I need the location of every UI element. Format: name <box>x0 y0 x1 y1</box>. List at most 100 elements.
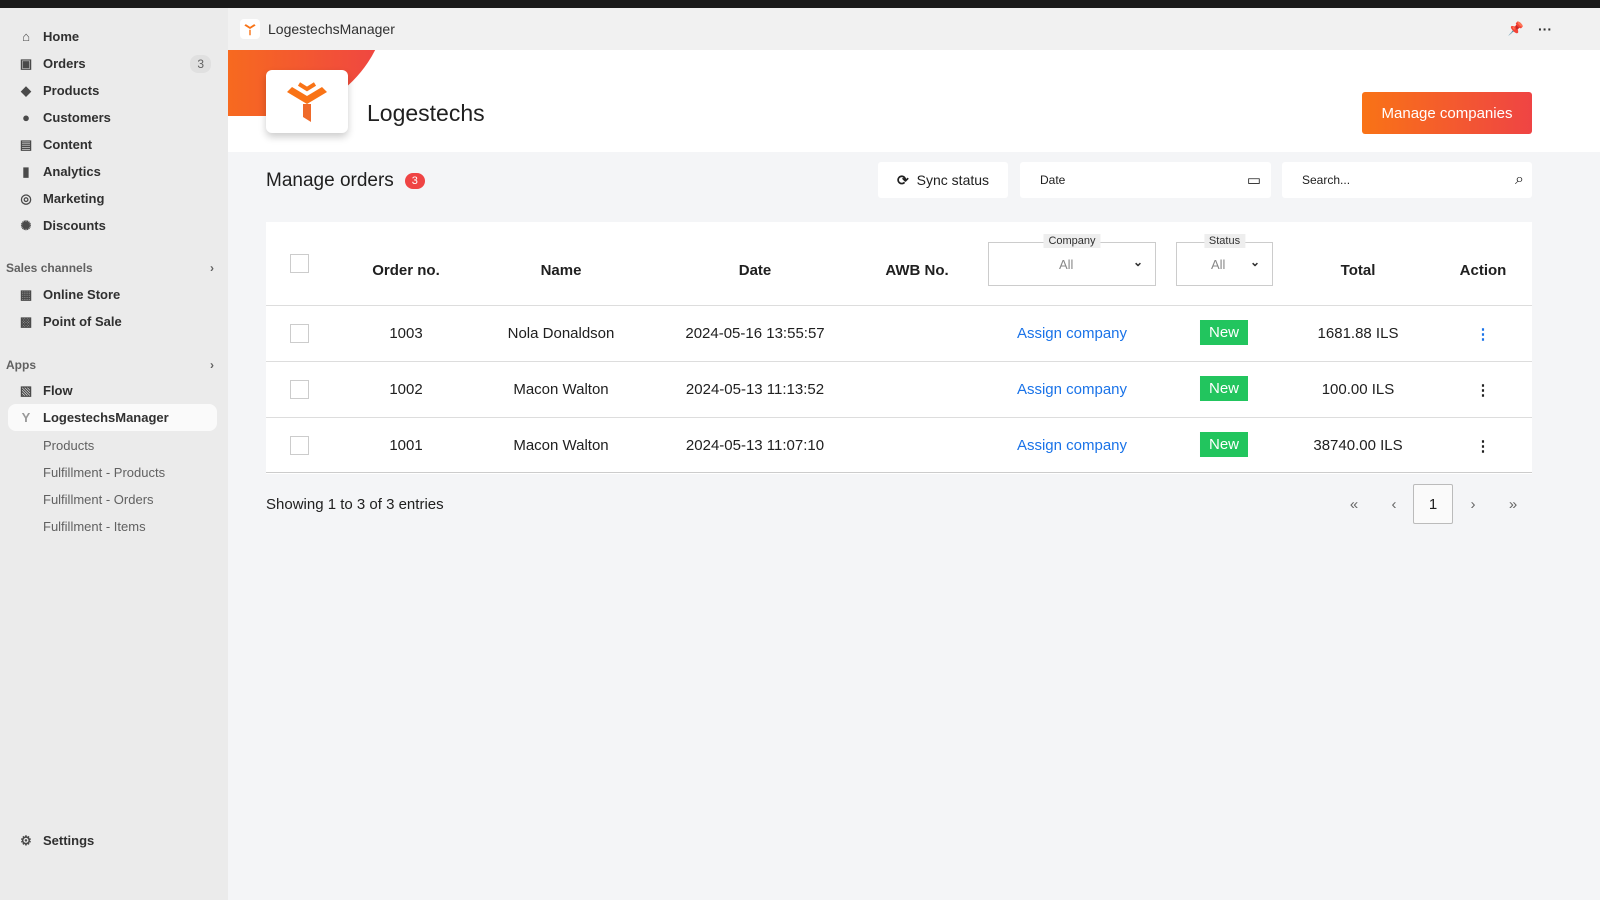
table-row: 1001 Macon Walton 2024-05-13 11:07:10 As… <box>266 417 1532 473</box>
sales-channels-header[interactable]: Sales channels › <box>6 261 214 275</box>
chevron-down-icon: ⌄ <box>1249 255 1260 269</box>
company-filter-select[interactable]: Company All ⌄ <box>988 234 1156 286</box>
row-checkbox[interactable] <box>290 324 309 343</box>
page-1-button[interactable]: 1 <box>1413 484 1453 524</box>
col-name[interactable]: Name <box>541 262 582 279</box>
app-header: LogestechsManager 📌 ··· <box>228 8 1600 50</box>
orders-count-badge: 3 <box>404 173 425 189</box>
order-no: 1003 <box>389 325 423 342</box>
sidebar-item-marketing[interactable]: ◎ Marketing <box>8 185 217 212</box>
status-badge: New <box>1199 320 1249 345</box>
label: Company <box>1043 234 1101 248</box>
sidebar-item-products[interactable]: ◆ Products <box>8 77 217 104</box>
sidebar-item-point-of-sale[interactable]: ▩ Point of Sale <box>8 308 217 335</box>
more-actions-icon[interactable]: ⋮ <box>1476 325 1491 343</box>
orders-count-badge: 3 <box>190 54 211 73</box>
chevron-right-icon: › <box>210 358 214 372</box>
table-row: 1002 Macon Walton 2024-05-13 11:13:52 As… <box>266 361 1532 417</box>
col-date[interactable]: Date <box>739 262 772 279</box>
date-input[interactable]: Date ▭ <box>1020 162 1271 198</box>
section-title: Sales channels <box>6 261 93 275</box>
gear-icon: ⚙ <box>20 832 32 848</box>
app-hero: Logestechs Manage companies <box>228 50 1600 152</box>
label: Discounts <box>43 218 106 233</box>
pin-icon[interactable]: 📌 <box>1508 21 1524 37</box>
chevron-right-icon: › <box>210 261 214 275</box>
entries-summary: Showing 1 to 3 of 3 entries <box>266 496 444 513</box>
search-input[interactable]: Search... ⌕ <box>1282 162 1532 198</box>
home-icon: ⌂ <box>22 29 30 44</box>
status-filter-select[interactable]: Status All ⌄ <box>1176 234 1273 286</box>
more-icon[interactable]: ··· <box>1538 21 1552 37</box>
sidebar-item-settings[interactable]: ⚙ Settings <box>8 827 217 854</box>
order-total: 1681.88 ILS <box>1317 325 1399 342</box>
section-title: Apps <box>6 358 36 372</box>
label: Point of Sale <box>43 314 122 329</box>
col-order-no[interactable]: Order no. <box>372 262 440 279</box>
table-row: 1003 Nola Donaldson 2024-05-16 13:55:57 … <box>266 305 1532 361</box>
value: All <box>1059 257 1074 272</box>
flow-icon: ▧ <box>19 382 33 398</box>
sidebar: ⌂ Home ▣ Orders 3 ◆ Products ● Customers ▤ Con… <box>0 8 228 900</box>
col-action: Action <box>1459 262 1507 279</box>
sidebar-subitem-products[interactable]: Products <box>43 438 94 453</box>
store-icon: ▦ <box>19 286 33 302</box>
sidebar-item-orders[interactable]: ▣ Orders 3 <box>8 50 217 77</box>
label: LogestechsManager <box>43 410 169 425</box>
label: Home <box>43 29 80 44</box>
label: Marketing <box>43 191 105 206</box>
target-icon: ◎ <box>20 190 32 206</box>
next-page-button[interactable]: › <box>1453 484 1493 524</box>
sidebar-item-analytics[interactable]: ▮ Analytics <box>8 158 217 185</box>
person-icon: ● <box>22 110 30 125</box>
assign-company-link[interactable]: Assign company <box>1017 381 1127 398</box>
brand-name: Logestechs <box>367 100 485 126</box>
label: Analytics <box>43 164 101 179</box>
calendar-icon: ▭ <box>1246 172 1261 189</box>
sidebar-item-flow[interactable]: ▧ Flow <box>8 377 217 404</box>
label: Content <box>43 137 93 152</box>
order-no: 1002 <box>389 381 423 398</box>
page-title: Manage orders 3 <box>266 170 425 192</box>
sidebar-item-customers[interactable]: ● Customers <box>8 104 217 131</box>
apps-header[interactable]: Apps › <box>6 358 214 372</box>
label: Orders <box>43 56 86 71</box>
placeholder: Search... <box>1302 173 1351 187</box>
label: Status <box>1203 234 1246 248</box>
sidebar-subitem-fulfillment-orders[interactable]: Fulfillment - Orders <box>43 492 154 507</box>
more-actions-icon[interactable]: ⋮ <box>1476 381 1491 399</box>
app-title: LogestechsManager <box>268 21 395 37</box>
label: Sync status <box>916 172 990 188</box>
sidebar-item-logestechsmanager[interactable]: Y LogestechsManager <box>8 404 217 431</box>
placeholder: Date <box>1040 173 1066 187</box>
content-icon: ▤ <box>19 136 33 152</box>
sidebar-item-content[interactable]: ▤ Content <box>8 131 217 158</box>
sidebar-subitem-fulfillment-items[interactable]: Fulfillment - Items <box>43 519 146 534</box>
col-total[interactable]: Total <box>1341 262 1376 279</box>
last-page-button[interactable]: » <box>1493 484 1533 524</box>
sync-status-button[interactable]: ⟳ Sync status <box>878 162 1008 198</box>
status-badge: New <box>1199 376 1249 401</box>
row-checkbox[interactable] <box>290 380 309 399</box>
more-actions-icon[interactable]: ⋮ <box>1476 437 1491 455</box>
select-all-checkbox[interactable] <box>290 254 309 273</box>
value: All <box>1211 257 1226 272</box>
assign-company-link[interactable]: Assign company <box>1017 325 1127 342</box>
assign-company-link[interactable]: Assign company <box>1017 437 1127 454</box>
label: Online Store <box>43 287 121 302</box>
prev-page-button[interactable]: ‹ <box>1374 484 1414 524</box>
manage-companies-button[interactable]: Manage companies <box>1362 92 1532 134</box>
sidebar-item-online-store[interactable]: ▦ Online Store <box>8 281 217 308</box>
first-page-button[interactable]: « <box>1334 484 1374 524</box>
order-total: 38740.00 ILS <box>1313 437 1403 454</box>
sidebar-item-home[interactable]: ⌂ Home <box>8 23 217 50</box>
search-icon[interactable]: ⌕ <box>1515 171 1524 189</box>
customer-name: Macon Walton <box>513 437 609 454</box>
sidebar-item-discounts[interactable]: ✺ Discounts <box>8 212 217 239</box>
sidebar-subitem-fulfillment-products[interactable]: Fulfillment - Products <box>43 465 165 480</box>
orders-table: Order no. Name Date AWB No. Company All ⌄ … <box>266 222 1532 474</box>
order-date: 2024-05-16 13:55:57 <box>685 325 825 342</box>
customer-name: Macon Walton <box>513 381 609 398</box>
tag-icon: ◆ <box>21 82 31 98</box>
row-checkbox[interactable] <box>290 436 309 455</box>
